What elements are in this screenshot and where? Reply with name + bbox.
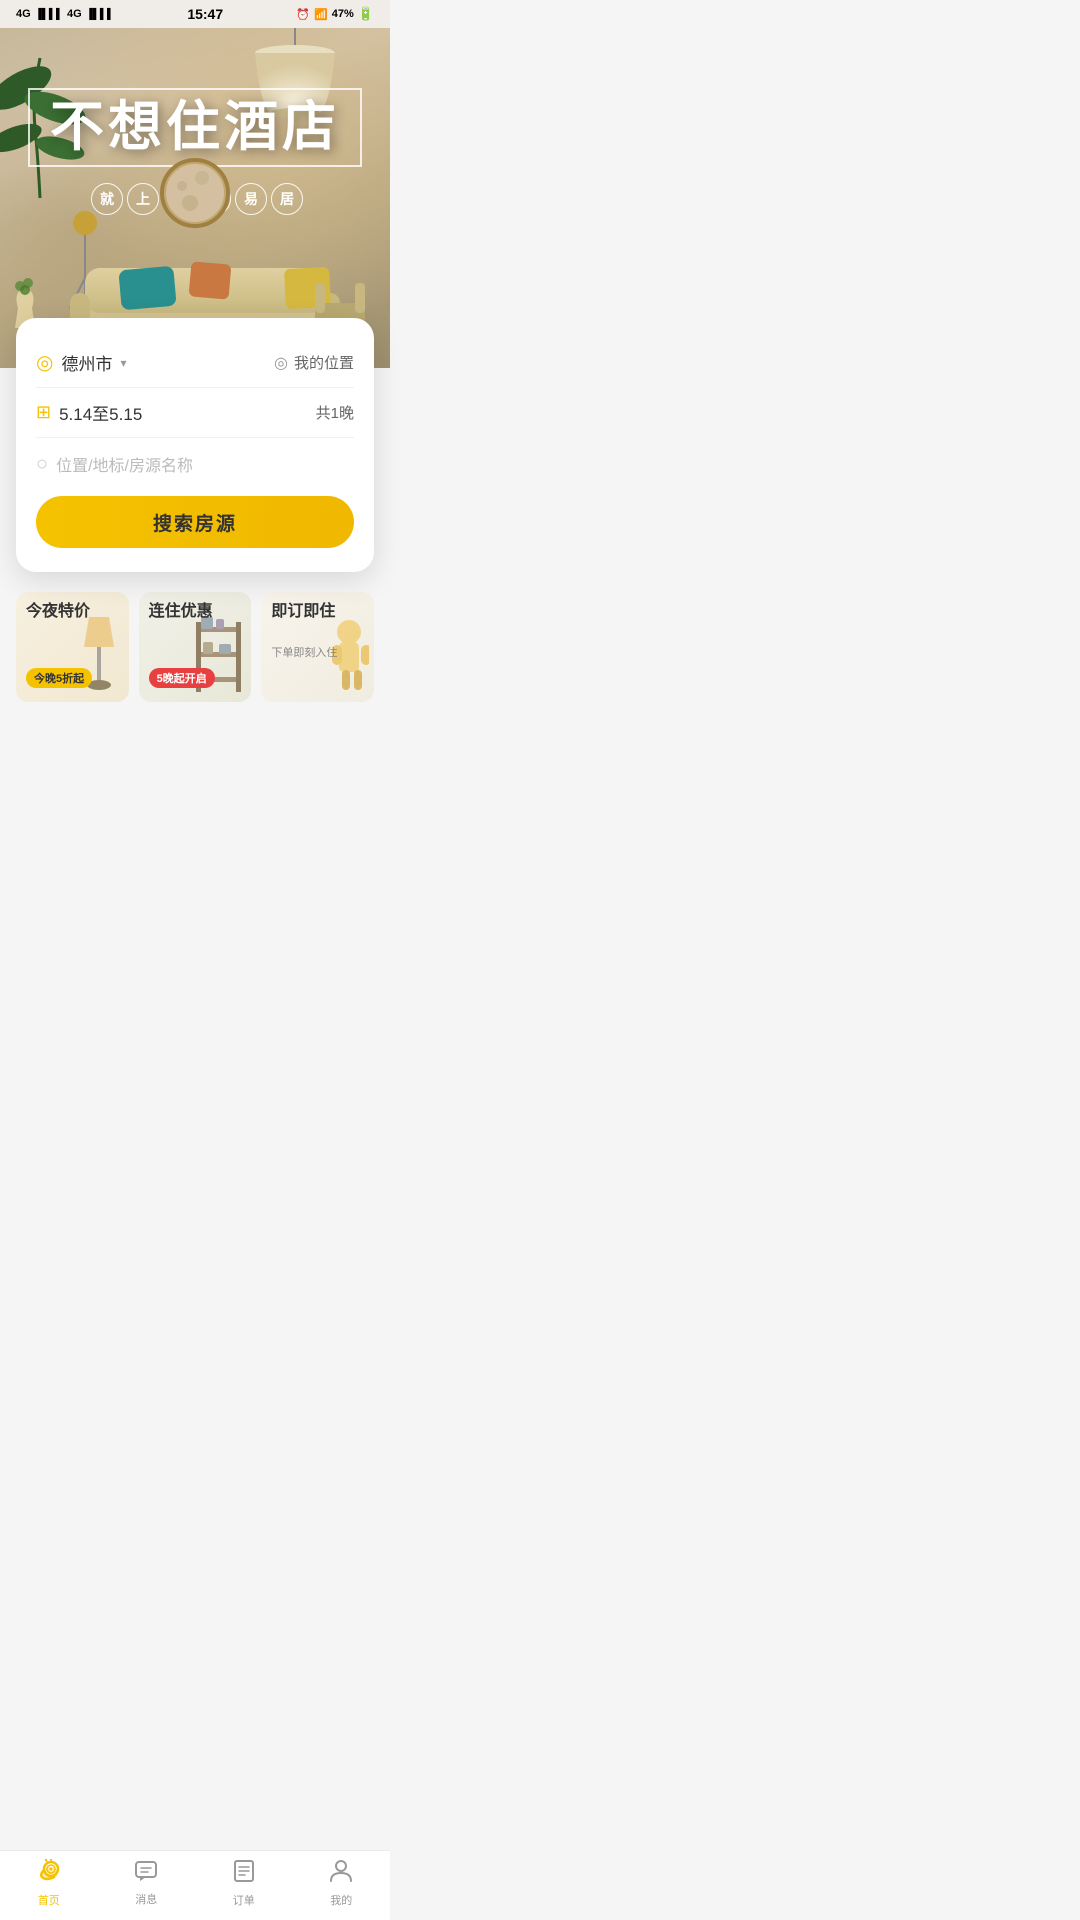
- nav-label-orders: 订单: [233, 1892, 255, 1908]
- bottom-nav: 首页 消息 订单: [0, 1850, 390, 1920]
- battery-icon: 🔋: [358, 6, 374, 22]
- nav-item-home[interactable]: 首页: [0, 1859, 98, 1908]
- keyword-row[interactable]: ○ 位置/地标/房源名称: [36, 438, 354, 476]
- date-row[interactable]: ⊞ 5.14至5.15 共1晚: [36, 388, 354, 438]
- wifi-icon: 📶: [314, 8, 328, 21]
- status-bar: 4G ▐▌▌▌ 4G ▐▌▌▌ 15:47 ⏰ 📶 47% 🔋: [0, 0, 390, 28]
- signal-bars-left: ▐▌▌▌: [35, 9, 63, 20]
- teal-cushion: [118, 266, 176, 311]
- promo-grid: 今夜特价 今晚5折起 连住优惠 5晚起开启: [16, 592, 374, 702]
- promo-section: 今夜特价 今晚5折起 连住优惠 5晚起开启: [0, 572, 390, 702]
- orange-cushion: [189, 261, 232, 299]
- city-name[interactable]: 德州市: [61, 350, 112, 375]
- dropdown-chevron: ▾: [120, 356, 126, 370]
- night-count: 共1晚: [316, 402, 354, 423]
- city-selector[interactable]: ◎ 德州市 ▾: [36, 350, 126, 375]
- battery-percent: 47%: [332, 8, 354, 20]
- nav-label-messages: 消息: [135, 1891, 157, 1907]
- promo-card-tonight[interactable]: 今夜特价 今晚5折起: [16, 592, 129, 702]
- nav-label-profile: 我的: [330, 1892, 352, 1908]
- promo-title-0: 今夜特价: [26, 602, 90, 623]
- my-location-icon: ◎: [274, 353, 288, 373]
- moon-frame: [160, 158, 230, 228]
- nav-item-orders[interactable]: 订单: [195, 1859, 293, 1908]
- my-location-btn[interactable]: ◎ 我的位置: [274, 352, 354, 373]
- status-left: 4G ▐▌▌▌ 4G ▐▌▌▌: [16, 8, 114, 20]
- nav-item-messages[interactable]: 消息: [98, 1860, 196, 1907]
- date-selector[interactable]: ⊞ 5.14至5.15: [36, 400, 142, 425]
- keyword-placeholder-text[interactable]: 位置/地标/房源名称: [56, 452, 193, 476]
- signal-bars-right: ▐▌▌▌: [86, 9, 114, 20]
- search-circle-icon: ○: [36, 454, 48, 474]
- hero-banner: 不想住酒店 就 上 华 人 易 居: [0, 28, 390, 368]
- promo-title-1: 连住优惠: [149, 602, 213, 623]
- promo-badge-1: 5晚起开启: [149, 668, 215, 688]
- signal-left: 4G: [16, 8, 31, 20]
- promo-card-instant[interactable]: 即订即住 下单即刻入住: [261, 592, 374, 702]
- nav-item-profile[interactable]: 我的: [293, 1859, 391, 1908]
- profile-icon: [329, 1859, 353, 1889]
- alarm-icon: ⏰: [296, 8, 310, 21]
- status-right: ⏰ 📶 47% 🔋: [296, 6, 374, 22]
- nav-label-home: 首页: [38, 1892, 60, 1908]
- promo-card-stay[interactable]: 连住优惠 5晚起开启: [139, 592, 252, 702]
- time-display: 15:47: [187, 6, 223, 22]
- hero-main-title: 不想住酒店: [50, 98, 340, 157]
- home-icon: [36, 1859, 62, 1889]
- promo-badge-0: 今晚5折起: [26, 668, 92, 688]
- search-button[interactable]: 搜索房源: [36, 496, 354, 548]
- promo-title-2: 即订即住: [271, 602, 335, 623]
- search-card: ◎ 德州市 ▾ ◎ 我的位置 ⊞ 5.14至5.15 共1晚 ○ 位置/地标/房…: [16, 318, 374, 572]
- calendar-icon: ⊞: [36, 402, 51, 423]
- messages-icon: [134, 1860, 158, 1888]
- promo-subtitle-2: 下单即刻入住: [271, 644, 337, 660]
- orders-icon: [233, 1859, 255, 1889]
- city-row[interactable]: ◎ 德州市 ▾ ◎ 我的位置: [36, 338, 354, 388]
- date-range-text[interactable]: 5.14至5.15: [59, 400, 142, 425]
- my-location-label[interactable]: 我的位置: [294, 352, 354, 373]
- location-pin-icon: ◎: [36, 350, 53, 375]
- signal-right: 4G: [67, 8, 82, 20]
